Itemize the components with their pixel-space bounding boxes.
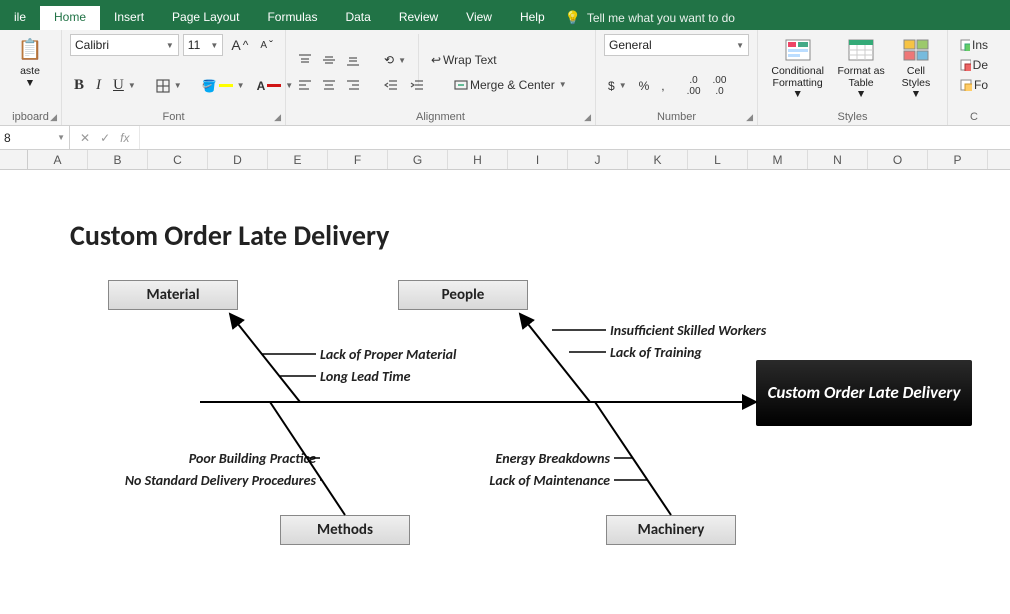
borders-icon	[156, 79, 170, 93]
group-cells-label: C	[956, 109, 992, 123]
tab-page-layout[interactable]: Page Layout	[158, 6, 253, 30]
tab-formulas[interactable]: Formulas	[253, 6, 331, 30]
fill-color-button[interactable]: 🪣▼	[198, 77, 249, 95]
tab-help[interactable]: Help	[506, 6, 559, 30]
format-cells-button[interactable]: Fo	[956, 76, 992, 94]
select-all-corner[interactable]	[0, 150, 28, 169]
col-F[interactable]: F	[328, 150, 388, 169]
orientation-button[interactable]: ⟲▼	[380, 51, 410, 69]
conditional-formatting-icon	[784, 36, 812, 64]
accept-formula-button[interactable]: ✓	[100, 131, 110, 145]
formula-bar: 8 ▼ ✕ ✓ fx	[0, 126, 1010, 150]
paste-icon: 📋	[16, 36, 44, 64]
col-A[interactable]: A	[28, 150, 88, 169]
align-middle-button[interactable]	[318, 51, 340, 69]
tab-file[interactable]: ile	[0, 6, 40, 30]
borders-button[interactable]: ▼	[152, 77, 186, 95]
col-E[interactable]: E	[268, 150, 328, 169]
lightbulb-icon: 💡	[565, 10, 581, 26]
insert-cells-button[interactable]: Ins	[956, 36, 992, 54]
increase-font-button[interactable]: A^	[227, 35, 252, 55]
align-left-button[interactable]	[294, 76, 316, 94]
group-styles-label: Styles	[766, 109, 939, 123]
col-L[interactable]: L	[688, 150, 748, 169]
percent-format-button[interactable]: %	[635, 77, 654, 95]
tab-review[interactable]: Review	[385, 6, 452, 30]
align-right-button[interactable]	[342, 76, 364, 94]
font-launcher[interactable]: ◢	[274, 112, 281, 123]
column-headers: A B C D E F G H I J K L M N O P	[0, 150, 1010, 170]
formula-input[interactable]	[140, 126, 1010, 149]
col-I[interactable]: I	[508, 150, 568, 169]
italic-button[interactable]: I	[92, 75, 105, 96]
font-name-combo[interactable]: Calibri▼	[70, 34, 179, 56]
cell-styles-button[interactable]: Cell Styles▼	[893, 34, 939, 103]
format-as-table-icon	[847, 36, 875, 64]
align-center-button[interactable]	[318, 76, 340, 94]
increase-indent-button[interactable]	[406, 76, 428, 94]
group-number-label: Number ◢	[604, 109, 749, 123]
number-format-combo[interactable]: General▼	[604, 34, 749, 56]
delete-cells-button[interactable]: De	[956, 56, 992, 74]
tab-insert[interactable]: Insert	[100, 6, 158, 30]
cell-styles-icon	[902, 36, 930, 64]
font-size-combo[interactable]: 11▼	[183, 34, 224, 56]
col-C[interactable]: C	[148, 150, 208, 169]
paste-button[interactable]: 📋 aste ▼	[8, 34, 52, 91]
group-font-label: Font ◢	[70, 109, 277, 123]
group-clipboard-label: ipboard ◢	[8, 109, 53, 123]
col-H[interactable]: H	[448, 150, 508, 169]
fx-button[interactable]: fx	[120, 131, 129, 145]
decrease-font-button[interactable]: Aˇ	[256, 36, 277, 54]
col-M[interactable]: M	[748, 150, 808, 169]
decrease-indent-button[interactable]	[380, 76, 402, 94]
ribbon-tabs: ile Home Insert Page Layout Formulas Dat…	[0, 6, 1010, 30]
number-launcher[interactable]: ◢	[746, 112, 753, 123]
clipboard-launcher[interactable]: ◢	[50, 112, 57, 123]
wrap-icon: ↩	[431, 53, 441, 67]
align-top-button[interactable]	[294, 51, 316, 69]
col-O[interactable]: O	[868, 150, 928, 169]
bold-button[interactable]: B	[70, 75, 88, 96]
ribbon: 📋 aste ▼ ipboard ◢ Calibri▼ 11▼ A^ Aˇ B …	[0, 30, 1010, 126]
accounting-format-button[interactable]: $▼	[604, 77, 631, 95]
worksheet-area[interactable]: Custom Order Late Delivery Material Peop…	[0, 170, 1010, 610]
merge-center-button[interactable]: Merge & Center▼	[450, 76, 571, 94]
col-P[interactable]: P	[928, 150, 988, 169]
cancel-formula-button[interactable]: ✕	[80, 131, 90, 145]
group-alignment-label: Alignment ◢	[294, 109, 587, 123]
fill-icon: 🪣	[202, 79, 217, 93]
col-D[interactable]: D	[208, 150, 268, 169]
tell-me-search[interactable]: 💡 Tell me what you want to do	[565, 6, 735, 30]
decrease-decimal-button[interactable]: .00.0	[709, 73, 731, 99]
comma-format-button[interactable]: ,	[657, 77, 668, 95]
fishbone-lines	[0, 170, 1010, 610]
col-K[interactable]: K	[628, 150, 688, 169]
increase-decimal-button[interactable]: .0.00	[683, 73, 705, 99]
format-as-table-button[interactable]: Format as Table▼	[833, 34, 889, 103]
conditional-formatting-button[interactable]: Conditional Formatting▼	[766, 34, 829, 103]
col-G[interactable]: G	[388, 150, 448, 169]
name-box[interactable]: 8 ▼	[0, 126, 70, 149]
tab-view[interactable]: View	[452, 6, 506, 30]
wrap-text-button[interactable]: ↩ Wrap Text	[427, 51, 501, 69]
tell-me-label: Tell me what you want to do	[587, 11, 735, 25]
align-bottom-button[interactable]	[342, 51, 364, 69]
name-box-dropdown[interactable]: ▼	[57, 133, 65, 142]
col-N[interactable]: N	[808, 150, 868, 169]
tab-data[interactable]: Data	[331, 6, 384, 30]
col-J[interactable]: J	[568, 150, 628, 169]
orientation-icon: ⟲	[384, 53, 394, 67]
col-B[interactable]: B	[88, 150, 148, 169]
alignment-launcher[interactable]: ◢	[584, 112, 591, 123]
underline-button[interactable]: U▼	[109, 75, 140, 96]
merge-icon	[454, 78, 468, 92]
tab-home[interactable]: Home	[40, 6, 100, 30]
